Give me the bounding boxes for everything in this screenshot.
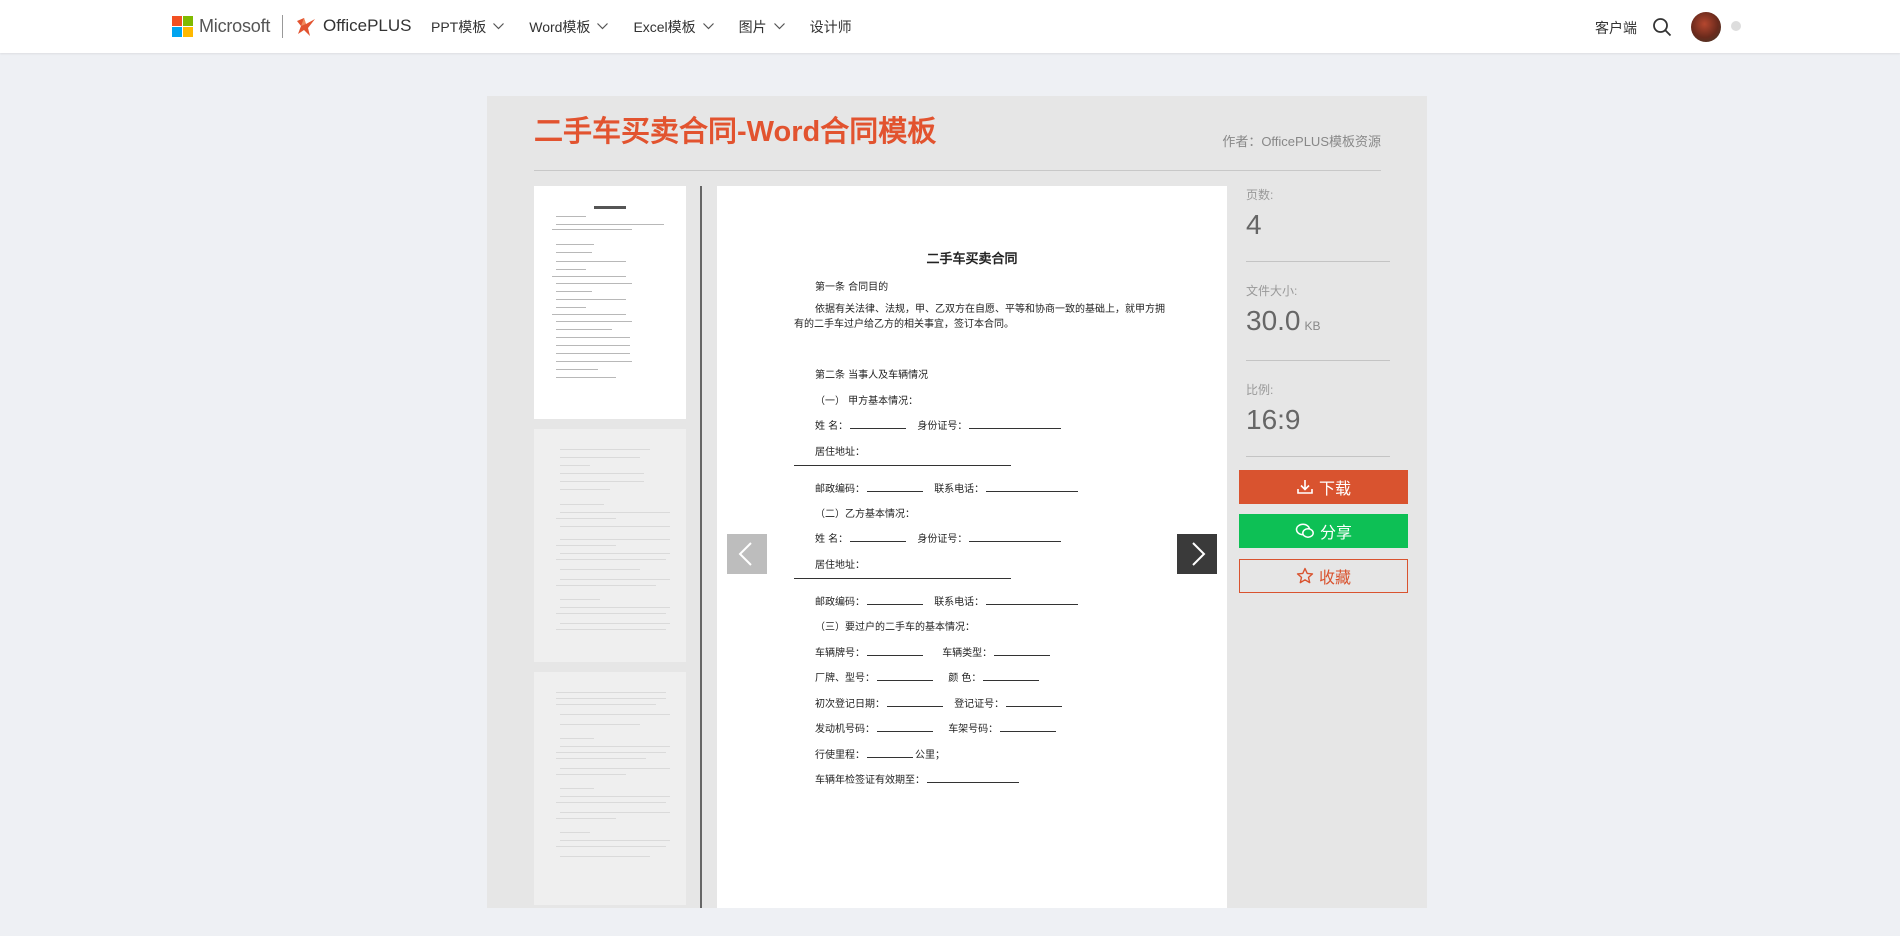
preview-next-button[interactable] (1177, 534, 1217, 574)
template-detail-panel: 二手车买卖合同-Word合同模板 作者：OfficePLUS模板资源 二手车买卖… (487, 96, 1427, 908)
doc-line: 第二条 当事人及车辆情况 (815, 370, 929, 381)
client-download-link[interactable]: 客户端 (1595, 18, 1637, 38)
doc-line: （二）乙方基本情况： (815, 509, 915, 520)
main-nav: PPT模板 Word模板 Excel模板 图片 设计师 (431, 0, 877, 53)
thumbnail-list (534, 186, 686, 908)
info-divider (1246, 456, 1390, 457)
thumbnail-page-2[interactable] (534, 429, 686, 662)
doc-field-row: 邮政编码： 联系电话： (815, 480, 1080, 495)
pages-value: 4 (1246, 209, 1262, 240)
doc-title: 二手车买卖合同 (926, 252, 1018, 267)
page-title: 二手车买卖合同-Word合同模板 (534, 116, 937, 148)
file-size-value: 30.0 KB (1246, 305, 1321, 336)
share-button[interactable]: 分享 (1239, 514, 1408, 548)
doc-paragraph: 依据有关法律、法规，甲、乙双方在自愿、平等和协商一致的基础上，就甲方拥有的二手车… (794, 304, 1165, 330)
microsoft-brand-text: Microsoft (199, 16, 271, 36)
nav-item-label: 图片 (738, 18, 767, 35)
doc-field-row: 厂牌、型号： 颜 色： (815, 669, 1041, 684)
doc-field-row: 姓 名： 身份证号： (815, 417, 1063, 432)
doc-field-row: 行使里程： 公里； (815, 750, 945, 761)
preview-separator (700, 186, 702, 908)
doc-line: 居住地址： (815, 447, 865, 458)
logo-divider (282, 15, 283, 38)
nav-item-label: PPT模板 (431, 18, 487, 35)
favorite-label: 收藏 (1318, 570, 1351, 587)
nav-word-templates[interactable]: Word模板 (529, 17, 609, 37)
nav-item-label: Word模板 (529, 18, 591, 35)
doc-field-row: 车辆年检签证有效期至： (815, 771, 1021, 786)
nav-images[interactable]: 图片 (739, 17, 785, 37)
nav-item-label: Excel模板 (633, 18, 696, 35)
chevron-down-icon (493, 23, 505, 30)
download-icon (1297, 480, 1313, 494)
download-button[interactable]: 下载 (1239, 470, 1408, 504)
officeplus-logo[interactable]: OfficePLUS (294, 14, 412, 38)
doc-line: 居住地址： (815, 560, 865, 571)
download-label: 下载 (1318, 481, 1351, 498)
file-size-label: 文件大小: (1246, 284, 1298, 298)
doc-underline (794, 465, 1011, 466)
chevron-down-icon (597, 23, 609, 30)
doc-field-row: 姓 名： 身份证号： (815, 530, 1063, 545)
doc-field-row: 车辆牌号： 车辆类型： (815, 644, 1052, 659)
doc-line: （三）要过户的二手车的基本情况： (815, 622, 975, 633)
nav-excel-templates[interactable]: Excel模板 (633, 17, 714, 37)
user-avatar[interactable] (1691, 12, 1721, 42)
thumbnail-page-1[interactable] (534, 186, 686, 419)
chevron-down-icon (773, 23, 785, 30)
star-icon (1296, 567, 1314, 584)
microsoft-logo-icon (172, 16, 193, 37)
document-preview: 二手车买卖合同 第一条 合同目的 依据有关法律、法规，甲、乙双方在自愿、平等和协… (717, 186, 1227, 908)
doc-underline (794, 578, 1011, 579)
chevron-right-icon (1192, 542, 1206, 566)
thumbnail-page-3[interactable] (534, 672, 686, 905)
officeplus-logo-icon (297, 18, 315, 36)
share-label: 分享 (1319, 525, 1352, 542)
doc-line: 第一条 合同目的 (815, 282, 889, 293)
chevron-left-icon (738, 542, 752, 566)
user-menu-indicator[interactable] (1731, 21, 1741, 31)
info-divider (1246, 261, 1390, 262)
pages-label: 页数: (1246, 188, 1274, 202)
search-icon[interactable] (1652, 17, 1672, 37)
info-divider (1246, 360, 1390, 361)
top-navbar: Microsoft OfficePLUS PPT模板 Word模板 Excel模… (0, 0, 1900, 53)
wechat-icon (1295, 523, 1314, 538)
ratio-label: 比例: (1246, 383, 1274, 397)
nav-designers[interactable]: 设计师 (810, 17, 852, 37)
doc-field-row: 发动机号码： 车架号码： (815, 720, 1058, 735)
file-size-unit: KB (1304, 319, 1321, 333)
nav-item-label: 设计师 (809, 18, 852, 35)
ratio-value: 16:9 (1246, 404, 1301, 435)
preview-prev-button[interactable] (727, 534, 767, 574)
favorite-button[interactable]: 收藏 (1239, 559, 1408, 593)
doc-field-row: 邮政编码： 联系电话： (815, 593, 1080, 608)
microsoft-logo[interactable]: Microsoft (172, 16, 270, 37)
officeplus-brand-text: OfficePLUS (323, 16, 412, 35)
title-divider (534, 170, 1381, 171)
doc-line: （一） 甲方基本情况： (815, 396, 919, 407)
doc-field-row: 初次登记日期： 登记证号： (815, 695, 1064, 710)
nav-ppt-templates[interactable]: PPT模板 (431, 17, 505, 37)
author-info[interactable]: 作者：OfficePLUS模板资源 (1222, 131, 1381, 150)
chevron-down-icon (702, 23, 714, 30)
